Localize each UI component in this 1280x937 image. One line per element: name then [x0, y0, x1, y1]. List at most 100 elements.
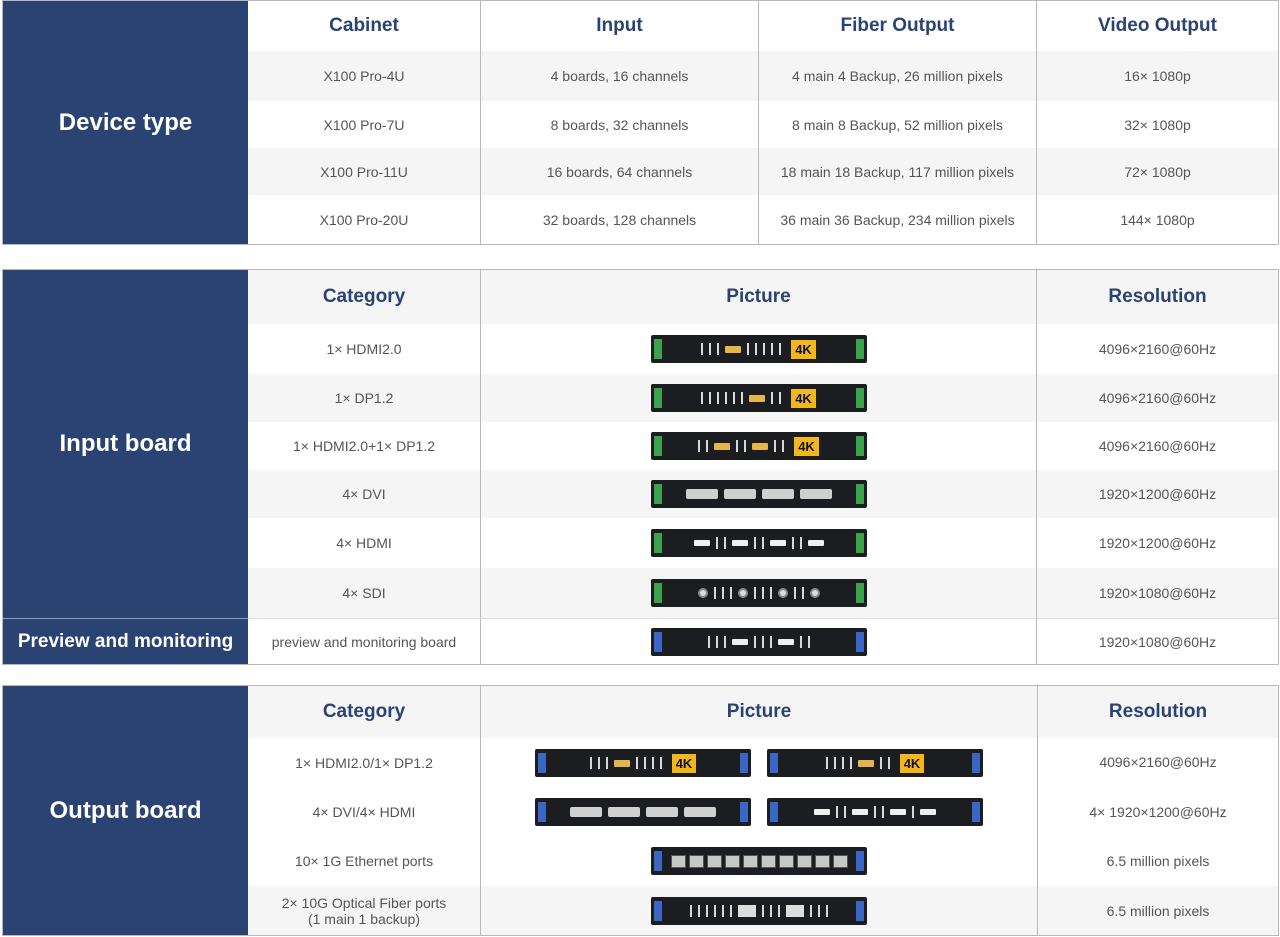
category-cell: 1× HDMI2.0	[248, 324, 481, 374]
hdmi-port-icon	[777, 639, 794, 645]
quad-hdmi-input-board-image	[650, 529, 867, 557]
picture-cell	[481, 836, 1038, 886]
cabinet-cell: X100 Pro-4U	[248, 51, 481, 101]
dvi-port-icon	[570, 807, 602, 817]
category-cell: 1× HDMI2.0/1× DP1.2	[248, 738, 481, 788]
fiber-output-cell: 8 main 8 Backup, 52 million pixels	[759, 101, 1037, 148]
picture-cell: 4K	[481, 324, 1037, 374]
video-output-cell: 32× 1080p	[1124, 116, 1191, 133]
hdmi-port-icon	[731, 540, 748, 546]
4k-badge: 4K	[671, 753, 697, 773]
resolution-cell: 1920×1080@60Hz	[1098, 634, 1217, 650]
resolution-cell: 4096×2160@60Hz	[1098, 390, 1217, 406]
header-picture: Picture	[481, 270, 1037, 324]
fiber-board-image	[651, 896, 867, 925]
resolution-cell: 4096×2160@60Hz	[1098, 341, 1217, 357]
fiber-output-cell: 4 main 4 Backup, 26 million pixels	[759, 51, 1037, 101]
resolution-cell: 4096×2160@60Hz	[1098, 438, 1217, 454]
output-board-table: Output board Category Picture Resolution…	[2, 685, 1279, 936]
hdmi-port-icon	[693, 540, 710, 546]
header-resolution: Resolution	[1108, 286, 1207, 307]
picture-cell	[481, 518, 1037, 568]
hdmi-output-board-image: 4K	[535, 749, 751, 777]
category-cell: 1× DP1.2	[248, 374, 481, 422]
video-output-cell: 72× 1080p	[1124, 163, 1191, 180]
category-cell: 4× DVI/4× HDMI	[248, 788, 481, 836]
hdmi-port-icon	[890, 809, 906, 815]
table-row: 1× DP1.2 4K 4096×2160@60Hz	[248, 374, 1278, 422]
hdmi-port-icon	[769, 540, 786, 546]
sdi-port-icon	[777, 588, 788, 598]
fiber-output-cell: 18 main 18 Backup, 117 million pixels	[759, 148, 1037, 195]
hdmi-port-icon	[731, 639, 748, 645]
table-row: 4× DVI/4× HDMI 4× 1920×1200@60Hz	[248, 788, 1278, 836]
hdmi-input-board-image: 4K	[650, 335, 867, 363]
sdi-input-board-image	[650, 579, 867, 607]
resolution-cell: 1920×1200@60Hz	[1098, 486, 1217, 502]
header-picture: Picture	[481, 686, 1038, 738]
sdi-port-icon	[697, 588, 708, 598]
device-type-table: Device type Cabinet Input Fiber Output V…	[2, 0, 1279, 245]
header-cabinet: Cabinet	[248, 1, 481, 51]
hdmi-port-icon	[807, 540, 824, 546]
fiber-port-icon	[738, 904, 756, 917]
category-cell: 10× 1G Ethernet ports	[248, 836, 481, 886]
ethernet-port-icon	[832, 854, 848, 868]
ethernet-port-icon	[706, 854, 722, 868]
4k-badge: 4K	[899, 753, 925, 773]
fiber-port-icon	[786, 904, 804, 917]
hdmi-port-icon	[920, 809, 936, 815]
video-output-cell: 144× 1080p	[1120, 211, 1195, 228]
table-row: 2× 10G Optical Fiber ports (1 main 1 bac…	[248, 886, 1278, 935]
output-board-title: Output board	[3, 686, 248, 935]
ethernet-port-icon	[760, 854, 776, 868]
sdi-port-icon	[809, 588, 820, 598]
dp-port-icon	[752, 442, 769, 450]
table-row: X100 Pro-11U 16 boards, 64 channels 18 m…	[248, 148, 1278, 195]
dp-output-board-image: 4K	[767, 749, 983, 777]
input-cell: 4 boards, 16 channels	[481, 51, 759, 101]
resolution-cell: 1920×1080@60Hz	[1098, 585, 1217, 601]
picture-cell	[481, 568, 1037, 618]
input-cell: 32 boards, 128 channels	[481, 195, 759, 244]
dvi-port-icon	[799, 489, 832, 499]
hdmi-port-icon	[714, 442, 731, 450]
table-row: 1× HDMI2.0 4K 4096×2160@60Hz	[248, 324, 1278, 374]
dp-port-icon	[749, 394, 766, 402]
ethernet-port-icon	[670, 854, 686, 868]
4k-badge: 4K	[794, 436, 819, 456]
resolution-cell: 6.5 million pixels	[1106, 853, 1210, 869]
table-row: 10× 1G Ethernet ports 6.5 million pixels	[248, 836, 1278, 886]
picture-cell: 4K 4K	[481, 738, 1038, 788]
ethernet-port-icon	[742, 854, 758, 868]
4k-badge: 4K	[791, 388, 816, 408]
resolution-cell: 4× 1920×1200@60Hz	[1089, 804, 1227, 820]
picture-cell	[481, 886, 1038, 935]
dvi-port-icon	[761, 489, 794, 499]
table-row: 4× HDMI 1920×1200@60Hz	[248, 518, 1278, 568]
table-header: Category Picture Resolution	[248, 686, 1278, 738]
table-header: Cabinet Input Fiber Output Video Output	[248, 1, 1278, 51]
ethernet-port-icon	[814, 854, 830, 868]
category-cell: 4× SDI	[248, 568, 481, 618]
video-output-cell: 16× 1080p	[1124, 68, 1191, 84]
cabinet-cell: X100 Pro-11U	[248, 148, 481, 195]
dvi-port-icon	[723, 489, 756, 499]
cabinet-cell: X100 Pro-20U	[248, 195, 481, 244]
hdmi-port-icon	[725, 345, 742, 353]
sdi-port-icon	[737, 588, 748, 598]
table-row: X100 Pro-4U 4 boards, 16 channels 4 main…	[248, 51, 1278, 101]
hdmi-port-icon	[852, 809, 868, 815]
cabinet-cell: X100 Pro-7U	[248, 101, 481, 148]
hdmi-dp-input-board-image: 4K	[650, 432, 867, 460]
ethernet-port-icon	[688, 854, 704, 868]
table-row: X100 Pro-7U 8 boards, 32 channels 8 main…	[248, 101, 1278, 148]
table-row: 4× DVI 1920×1200@60Hz	[248, 470, 1278, 518]
table-row: 4× SDI 1920×1080@60Hz	[248, 568, 1278, 618]
header-category: Category	[248, 686, 481, 738]
ethernet-port-icon	[724, 854, 740, 868]
dvi-input-board-image	[650, 480, 867, 508]
table-row: preview and monitoring board 1920×1080@6…	[248, 618, 1278, 665]
input-board-title: Input board	[3, 270, 248, 618]
header-input: Input	[481, 1, 759, 51]
